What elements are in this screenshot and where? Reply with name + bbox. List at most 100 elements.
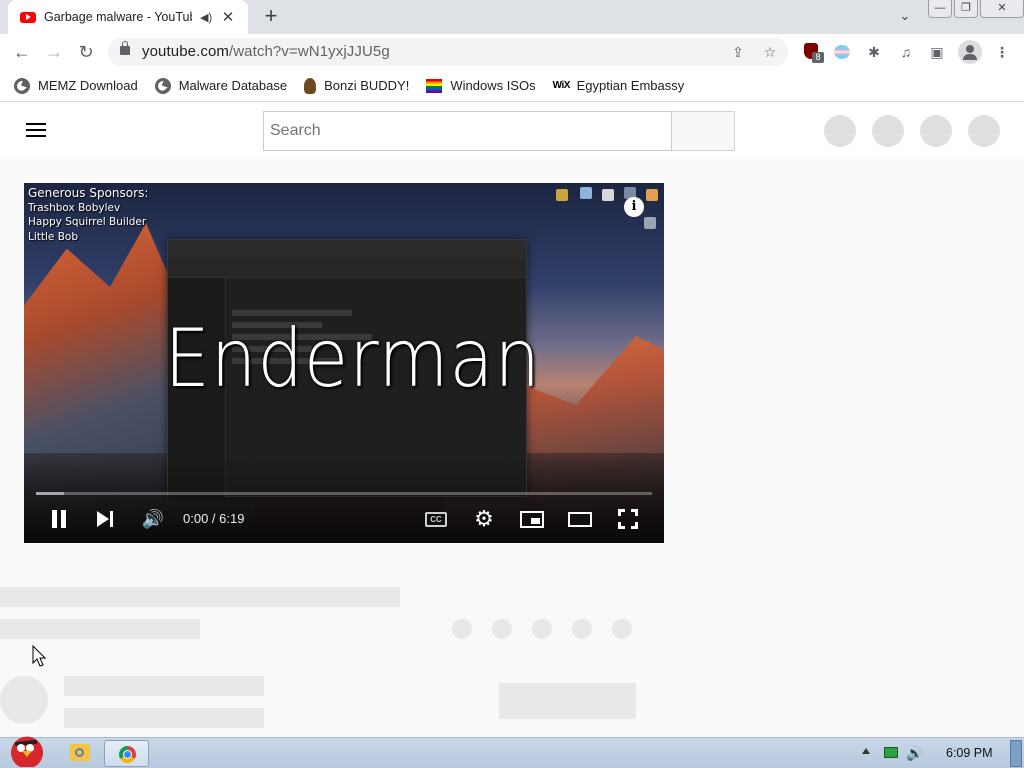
rainbow-flag-icon [426, 78, 443, 93]
youtube-page: Generous Sponsors: Trashbox Bobylev Happ… [0, 103, 1024, 737]
profile-avatar-icon[interactable] [958, 40, 982, 64]
new-tab-button[interactable]: + [260, 4, 282, 28]
controls-gradient [24, 453, 664, 543]
network-icon[interactable] [884, 747, 898, 758]
clock[interactable]: 6:09 PM [946, 746, 993, 760]
globe-icon [154, 77, 171, 94]
extension-trans-flag-icon[interactable] [834, 45, 850, 59]
info-icon[interactable]: i [624, 197, 644, 217]
video-desktop-icon [580, 187, 592, 199]
bookmark-memz-download[interactable]: MEMZ Download [14, 77, 138, 94]
bookmark-star-icon[interactable]: ☆ [760, 42, 780, 62]
restore-button[interactable]: ❐ [954, 0, 978, 18]
action-skeleton [532, 619, 552, 639]
progress-bar[interactable] [36, 492, 652, 495]
masthead-placeholder-circle [920, 115, 952, 147]
start-button[interactable] [2, 731, 50, 768]
subtitles-button[interactable]: CC [425, 512, 447, 527]
fullscreen-button[interactable] [618, 509, 638, 529]
explorer-icon[interactable] [70, 744, 90, 761]
taskbar-chrome-button[interactable] [104, 740, 149, 767]
action-skeleton [452, 619, 472, 639]
url-path: /watch?v=wN1yxjJJU5g [228, 43, 390, 60]
lock-icon[interactable] [120, 41, 130, 55]
tab-close-icon[interactable]: ✕ [220, 8, 236, 26]
bonzi-icon [304, 77, 317, 94]
title-skeleton [0, 587, 400, 607]
speaker-icon[interactable]: ◀) [200, 11, 214, 24]
browser-tab-strip: Garbage malware - YouTube ◀) ✕ + ⌄ — ❐ ✕ [0, 0, 1024, 34]
mouse-cursor-icon [32, 645, 47, 667]
search-button[interactable] [672, 111, 735, 151]
forward-button[interactable]: → [42, 40, 66, 64]
url-text[interactable]: youtube.com/watch?v=wN1yxjJJU5g [142, 43, 390, 60]
tab-title: Garbage malware - YouTube [44, 10, 192, 24]
address-bar[interactable]: youtube.com/watch?v=wN1yxjJJU5g ⇪ ☆ [108, 38, 788, 66]
minimize-button[interactable]: — [928, 0, 952, 18]
bookmarks-bar: MEMZ Download Malware Database Bonzi BUD… [0, 70, 1024, 102]
youtube-masthead [0, 103, 1024, 159]
progress-bar-fill [36, 492, 64, 495]
sponsors-overlay: Generous Sponsors: Trashbox Bobylev Happ… [28, 186, 148, 244]
ublock-count-badge: 8 [812, 52, 824, 63]
video-title-overlay: Enderman [164, 312, 541, 405]
channel-subs-skeleton [64, 708, 264, 728]
tab-garbage-malware[interactable]: Garbage malware - YouTube ◀) ✕ [8, 0, 248, 34]
reload-button[interactable]: ↻ [74, 40, 98, 64]
bookmark-label: Malware Database [178, 78, 288, 93]
browser-menu-icon[interactable]: ⋮ [991, 41, 1013, 63]
bookmark-label: Windows ISOs [450, 78, 536, 93]
bookmark-label: Bonzi BUDDY! [324, 78, 410, 93]
video-desktop-icon [556, 189, 568, 201]
show-desktop-button[interactable] [1010, 740, 1022, 767]
bookmark-label: Egyptian Embassy [576, 78, 685, 93]
tab-search-chevron-icon[interactable]: ⌄ [896, 6, 914, 26]
video-desktop-icon [646, 189, 658, 201]
masthead-placeholder-circle [968, 115, 1000, 147]
volume-icon[interactable]: 🔊 [139, 507, 167, 531]
share-icon[interactable]: ⇪ [728, 42, 748, 62]
video-desktop-icon [602, 189, 614, 201]
bookmark-bonzi-buddy[interactable]: Bonzi BUDDY! [304, 77, 410, 94]
bookmark-egyptian-embassy[interactable]: WiX Egyptian Embassy [553, 78, 685, 93]
youtube-favicon-icon [20, 11, 36, 23]
sponsor-name: Little Bob [28, 230, 79, 243]
action-skeleton [612, 619, 632, 639]
sponsors-heading: Generous Sponsors: [28, 186, 149, 200]
search-input[interactable] [263, 111, 672, 151]
action-skeleton [492, 619, 512, 639]
sponsor-name: Trashbox Bobylev [28, 201, 121, 214]
globe-icon [14, 77, 30, 94]
guide-menu-icon[interactable] [26, 123, 46, 139]
extensions-puzzle-icon[interactable]: ✱ [863, 41, 885, 63]
volume-tray-icon[interactable]: 🔊 [906, 744, 924, 762]
action-skeleton [572, 619, 592, 639]
side-panel-icon[interactable]: ▣ [926, 41, 948, 63]
settings-gear-icon[interactable]: ⚙ [473, 508, 495, 530]
bookmark-malware-database[interactable]: Malware Database [154, 77, 288, 94]
video-player[interactable]: Generous Sponsors: Trashbox Bobylev Happ… [24, 183, 664, 543]
miniplayer-button[interactable] [520, 511, 544, 528]
pause-button[interactable] [51, 510, 67, 528]
window-controls: — ❐ ✕ [928, 0, 1024, 18]
close-window-button[interactable]: ✕ [980, 0, 1024, 18]
chrome-icon [119, 746, 136, 763]
time-display: 0:00 / 6:19 [183, 511, 245, 526]
masthead-placeholder-circle [824, 115, 856, 147]
browser-toolbar: ← → ↻ youtube.com/watch?v=wN1yxjJJU5g ⇪ … [0, 34, 1024, 70]
subscribe-skeleton [499, 683, 636, 719]
next-button[interactable] [97, 511, 115, 527]
masthead-placeholder-circle [872, 115, 904, 147]
media-control-icon[interactable]: ♫ [895, 41, 917, 63]
wix-icon: WiX [552, 80, 571, 91]
sponsor-name: Happy Squirrel Builder [28, 216, 147, 228]
back-button[interactable]: ← [10, 40, 34, 64]
show-hidden-icons-icon[interactable] [862, 748, 870, 754]
bookmark-label: MEMZ Download [38, 78, 138, 93]
theater-mode-button[interactable] [568, 512, 592, 527]
video-desktop-icon [644, 217, 656, 229]
bookmark-windows-isos[interactable]: Windows ISOs [426, 78, 536, 93]
url-host: youtube.com [142, 43, 229, 60]
channel-name-skeleton [64, 676, 264, 696]
subtitle-skeleton [0, 619, 200, 639]
